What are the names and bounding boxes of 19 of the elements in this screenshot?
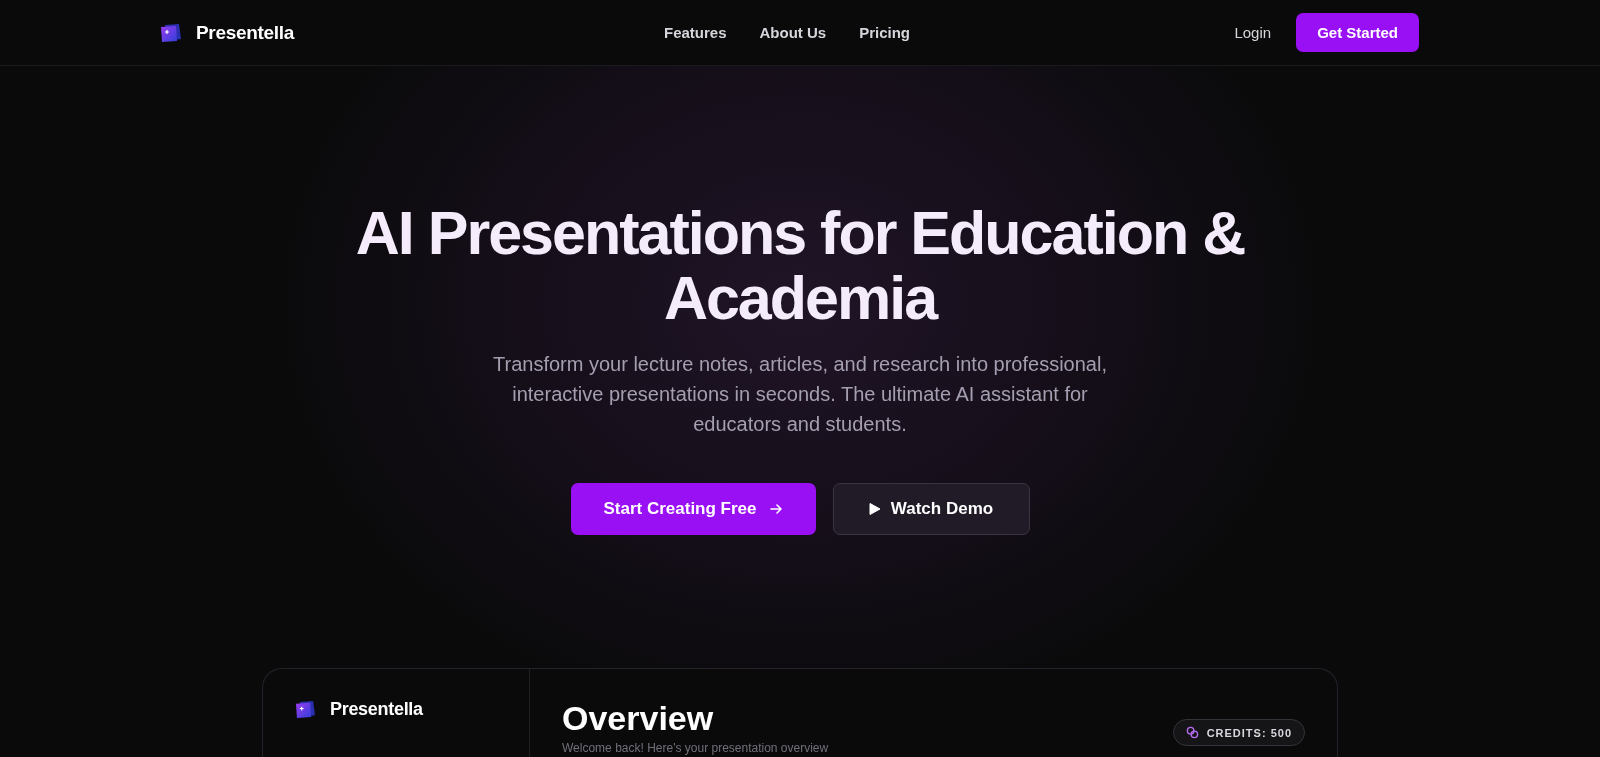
start-creating-button[interactable]: Start Creating Free bbox=[570, 483, 816, 535]
arrow-right-icon bbox=[768, 502, 783, 516]
logo-icon bbox=[295, 700, 316, 719]
play-icon bbox=[868, 502, 881, 516]
page-subtitle: Welcome back! Here's your presentation overview bbox=[562, 741, 829, 755]
coins-icon bbox=[1185, 726, 1199, 739]
nav-link[interactable]: Features bbox=[663, 24, 727, 41]
get-started-button[interactable]: Get Started bbox=[1296, 13, 1419, 52]
hero-heading: AI Presentations for Education & Academia bbox=[354, 201, 1246, 331]
watch-demo-button[interactable]: Watch Demo bbox=[832, 483, 1030, 535]
nav-link[interactable]: About Us bbox=[759, 24, 827, 41]
logo-icon bbox=[160, 22, 182, 43]
nav-link[interactable]: Pricing bbox=[859, 24, 911, 41]
credits-badge: CREDITS: 500 bbox=[1172, 719, 1305, 746]
login-link[interactable]: Login bbox=[1234, 24, 1272, 41]
hero-description: Transform your lecture notes, articles, and research into professional, interactive presentations in seconds. The ultimate AI assistant for educators and students. bbox=[492, 352, 1108, 437]
brand-name[interactable]: Presentella bbox=[196, 21, 295, 44]
brand-name: Presentella bbox=[330, 699, 423, 720]
page-title: Overview bbox=[562, 699, 715, 737]
